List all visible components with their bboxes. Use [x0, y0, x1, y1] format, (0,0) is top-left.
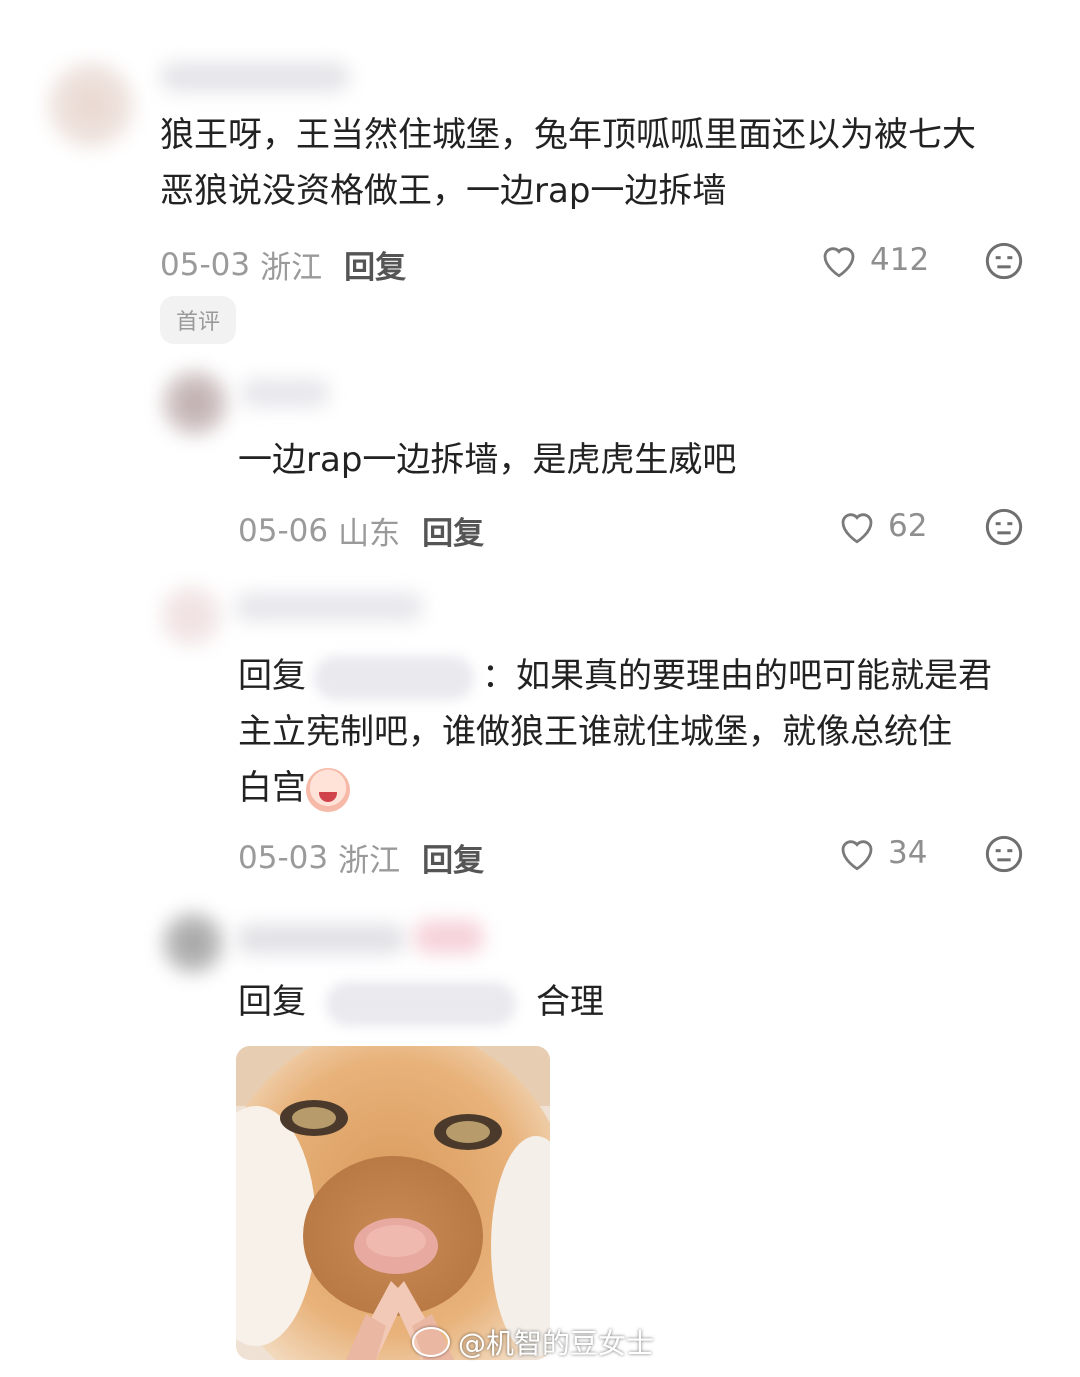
first-comment-badge: 首评 [160, 296, 237, 344]
meh-face-icon[interactable] [984, 241, 1024, 281]
reply-button[interactable]: 回复 [422, 835, 484, 880]
reply-prefix: 回复 [238, 656, 306, 696]
heart-outline-icon [841, 840, 873, 871]
comment-location: 浙江 [338, 843, 401, 879]
comment-image[interactable] [236, 1046, 550, 1360]
username-blurred[interactable] [234, 592, 424, 622]
like-count: 412 [870, 242, 930, 278]
meh-face-icon[interactable] [984, 834, 1024, 874]
like-button[interactable]: 62 [836, 506, 927, 546]
comment-text: 回复 合理 [238, 974, 604, 1030]
comment-meta: 05-03 浙江 回复 [238, 835, 484, 880]
user-tag-blurred [414, 920, 484, 954]
like-button[interactable]: 412 [818, 240, 929, 280]
comment-text: 一边rap一边拆墙，是虎虎生威吧 [238, 440, 737, 480]
username-blurred[interactable] [240, 378, 330, 408]
like-count: 34 [888, 835, 928, 871]
like-count: 62 [888, 508, 928, 544]
cat-photo [236, 1046, 550, 1360]
crying-emoji-icon [306, 767, 350, 812]
heart-outline-icon [841, 513, 873, 544]
username-blurred[interactable] [236, 924, 406, 954]
comment-date: 05-03 [160, 246, 251, 283]
comment-location: 山东 [338, 516, 401, 552]
reply-button[interactable]: 回复 [344, 242, 406, 287]
watermark-text: @机智的豆女士 [458, 1327, 655, 1360]
comment-date: 05-03 [238, 839, 329, 876]
heart-outline-icon [823, 247, 855, 278]
comment-meta: 05-03 浙江 回复 [160, 242, 406, 287]
avatar[interactable] [162, 912, 224, 974]
comment-text: 狼王呀，王当然住城堡，兔年顶呱呱里面还以为被七大 恶狼说没资格做王，一边rap一… [160, 115, 976, 211]
mention-blurred[interactable] [326, 981, 516, 1026]
mention-blurred[interactable] [314, 655, 474, 700]
comment-meta: 05-06 山东 回复 [238, 508, 484, 553]
comment-location: 浙江 [260, 250, 323, 286]
reply-prefix: 回复 [238, 982, 306, 1022]
avatar[interactable] [160, 585, 222, 647]
weibo-logo-icon [412, 1327, 450, 1357]
reply-button[interactable]: 回复 [422, 508, 484, 553]
like-button[interactable]: 34 [836, 833, 927, 873]
meh-face-icon[interactable] [984, 507, 1024, 547]
avatar[interactable] [162, 370, 228, 436]
username-blurred[interactable] [160, 62, 350, 92]
avatar[interactable] [48, 62, 134, 148]
comment-text: 回复 ：如果真的要理由的吧可能就是君 主立宪制吧，谁做狼王谁就住城堡，就像总统住 … [238, 648, 1058, 816]
comment-date: 05-06 [238, 512, 329, 549]
watermark: @机智的豆女士 [412, 1322, 654, 1362]
